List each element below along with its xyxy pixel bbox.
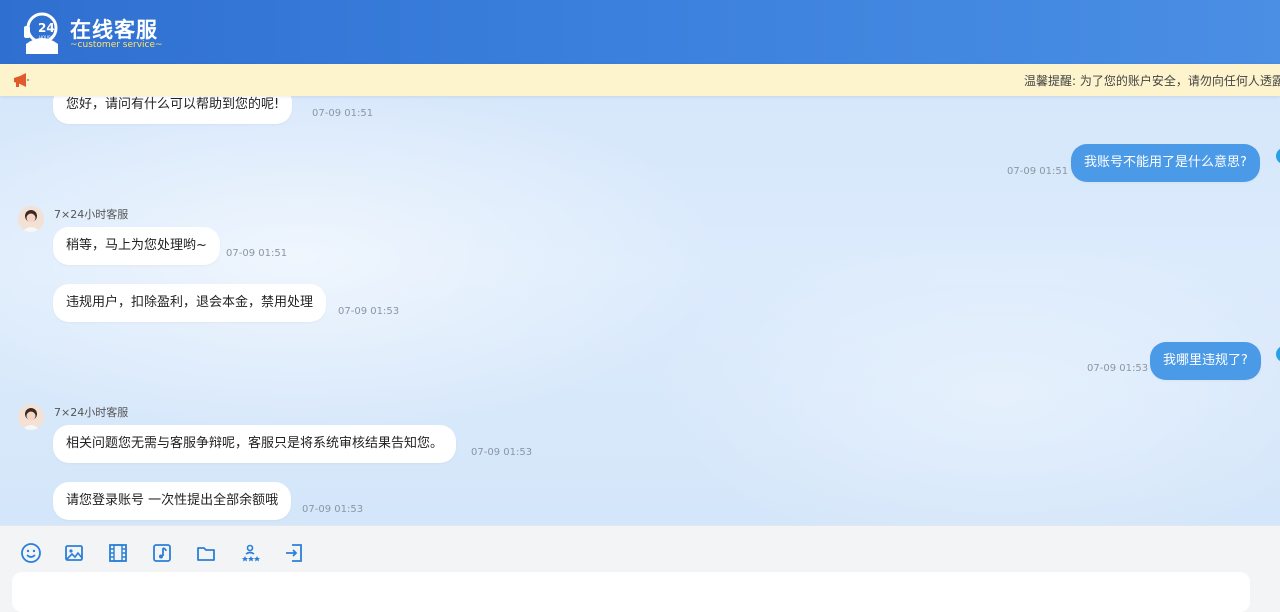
message-time: 07-09 01:53 — [1087, 363, 1149, 374]
agent-avatar-icon — [18, 404, 44, 430]
agent-message-bubble: 稍等，马上为您处理哟~ — [53, 227, 220, 265]
message-time: 07-09 01:51 — [1007, 166, 1069, 177]
message-time: 07-09 01:53 — [471, 447, 533, 458]
agent-avatar-icon — [18, 206, 44, 232]
agent-message-bubble: 您好，请问有什么可以帮助到您的呢! — [53, 96, 293, 124]
headset-agent-icon: 24 HOURS — [24, 12, 58, 54]
message-time: 07-09 01:53 — [302, 504, 364, 515]
agent-avatar — [18, 206, 44, 232]
chat-area[interactable]: 您好，请问有什么可以帮助到您的呢! 07-09 01:51 07-09 01:5… — [0, 96, 1280, 525]
agent-name: 7×24小时客服 — [54, 208, 129, 221]
message-time: 07-09 01:51 — [312, 108, 374, 119]
transfer-icon[interactable] — [283, 542, 305, 564]
agent-message-bubble: 违规用户，扣除盈利，退会本金，禁用处理 — [53, 284, 327, 322]
notice-text: 温馨提醒: 为了您的账户安全，请勿向任何人透露 — [1024, 74, 1280, 88]
header-bar: 24 HOURS 在线客服 ~customer service~ — [0, 0, 1280, 64]
agent-name: 7×24小时客服 — [54, 406, 129, 419]
header-subtitle: ~customer service~ — [70, 40, 163, 50]
rating-icon[interactable] — [239, 542, 261, 564]
message-input[interactable] — [12, 572, 1250, 612]
video-icon[interactable] — [107, 542, 129, 564]
header-subtitle-text: customer service — [77, 40, 156, 50]
music-icon[interactable] — [151, 542, 173, 564]
agent-message-bubble: 请您登录账号 一次性提出全部余额哦 — [53, 482, 292, 520]
message-time: 07-09 01:53 — [338, 306, 400, 317]
emoji-icon[interactable] — [20, 542, 42, 564]
image-icon[interactable] — [63, 542, 85, 564]
user-avatar — [1276, 148, 1280, 164]
user-message-bubble: 我哪里违规了? — [1150, 342, 1261, 380]
user-message-bubble: 我账号不能用了是什么意思? — [1071, 144, 1260, 182]
logo-number: 24 — [38, 21, 55, 35]
folder-icon[interactable] — [195, 542, 217, 564]
logo-hours: HOURS — [39, 35, 54, 40]
agent-message-bubble: 相关问题您无需与客服争辩呢，客服只是将系统审核结果告知您。 — [53, 425, 457, 463]
megaphone-icon — [14, 73, 30, 87]
logo: 24 HOURS 在线客服 ~customer service~ — [20, 8, 163, 56]
notice-bar: 温馨提醒: 为了您的账户安全，请勿向任何人透露 — [0, 64, 1280, 96]
message-time: 07-09 01:51 — [226, 248, 288, 259]
agent-avatar — [18, 404, 44, 430]
user-avatar — [1276, 346, 1280, 362]
